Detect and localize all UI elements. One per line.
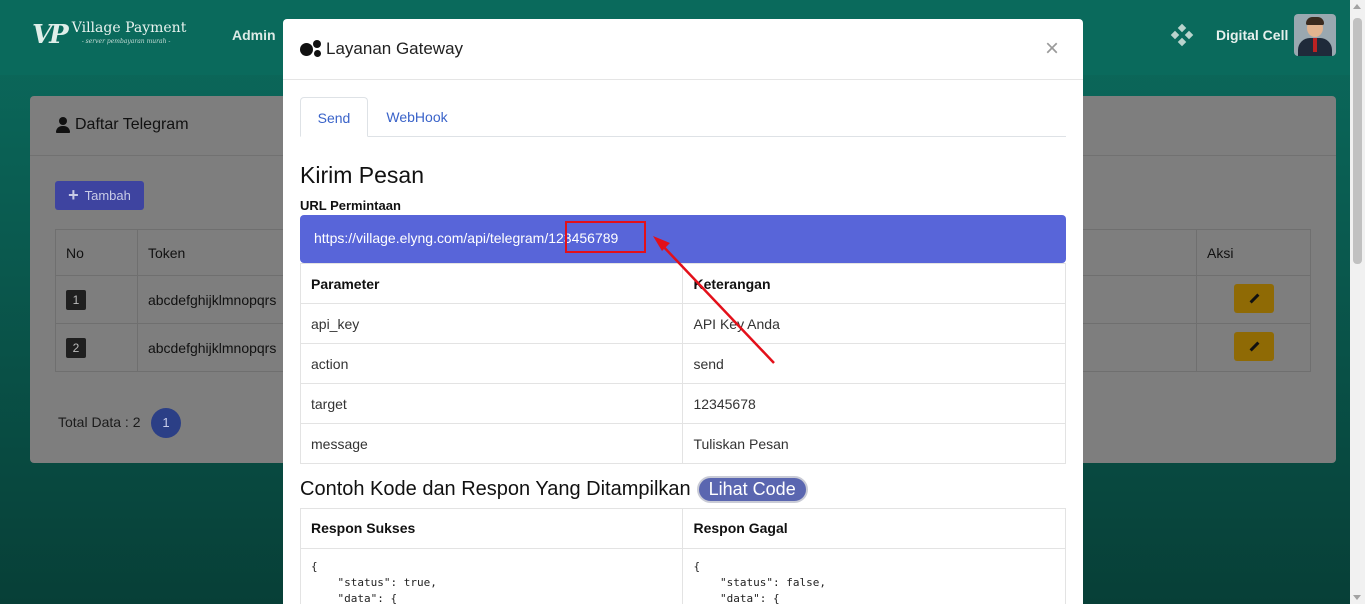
response-table: Respon Sukses Respon Gagal { "status": t… xyxy=(299,508,1066,604)
app-logo[interactable]: VP Village Payment - server pembayaran m… xyxy=(32,20,186,50)
column-header-parameter: Parameter xyxy=(299,263,684,304)
gears-icon xyxy=(300,40,322,58)
edit-pencil-button[interactable] xyxy=(1233,283,1274,313)
column-header-success: Respon Sukses xyxy=(299,508,684,549)
param-desc: Tuliskan Pesan xyxy=(682,423,1066,464)
column-header-keterangan: Keterangan xyxy=(682,263,1066,304)
highlight-box xyxy=(565,221,646,253)
tab-webhook[interactable]: WebHook xyxy=(372,97,462,137)
avatar[interactable] xyxy=(1294,14,1336,56)
fail-code-cell: { "status": false, "data": { xyxy=(682,548,1066,604)
modal-title-text: Layanan Gateway xyxy=(326,39,464,58)
gateway-modal: Layanan Gateway × Send WebHook Kirim Pes… xyxy=(283,19,1083,604)
modal-tabs: Send WebHook xyxy=(300,97,1066,137)
column-header-fail: Respon Gagal xyxy=(682,508,1066,549)
logo-tagline: - server pembayaran murah - xyxy=(81,38,171,45)
card-title-text: Daftar Telegram xyxy=(75,116,189,133)
table-row: { "status": true, "data": { { "status": … xyxy=(299,548,1066,604)
request-url-bar: https://village.elyng.com/api/telegram/1… xyxy=(300,215,1066,263)
scroll-thumb[interactable] xyxy=(1353,18,1362,264)
fail-code: { "status": false, "data": { xyxy=(693,560,826,604)
param-name: message xyxy=(299,423,684,464)
apps-grid-icon[interactable] xyxy=(1170,23,1194,47)
user-name[interactable]: Digital Cell xyxy=(1216,27,1288,43)
logo-name: Village Payment xyxy=(71,20,187,36)
param-desc: 12345678 xyxy=(682,383,1066,424)
modal-header: Layanan Gateway × xyxy=(283,19,1083,80)
action-cell xyxy=(1196,275,1311,324)
nav-admin-link[interactable]: Admin xyxy=(232,27,276,43)
card-title: Daftar Telegram xyxy=(56,116,189,134)
row-number: 2 xyxy=(66,337,86,358)
logo-text: Village Payment - server pembayaran mura… xyxy=(72,21,187,49)
close-icon[interactable]: × xyxy=(1045,37,1059,61)
plus-icon: + xyxy=(68,185,79,205)
parameter-table: Parameter Keterangan api_key API Key And… xyxy=(299,263,1066,464)
param-name: target xyxy=(299,383,684,424)
success-code-cell: { "status": true, "data": { xyxy=(299,548,684,604)
total-data-label: Total Data : 2 xyxy=(58,414,141,430)
view-code-button[interactable]: Lihat Code xyxy=(696,476,808,503)
action-cell xyxy=(1196,323,1311,372)
edit-pencil-button[interactable] xyxy=(1233,331,1274,361)
user-icon xyxy=(56,117,70,133)
param-name: api_key xyxy=(299,303,684,344)
add-button[interactable]: + Tambah xyxy=(55,181,144,210)
example-heading: Contoh Kode dan Respon Yang Ditampilkan … xyxy=(300,476,808,503)
success-code: { "status": true, "data": { xyxy=(311,560,437,604)
logo-mark: VP xyxy=(32,20,69,50)
modal-title: Layanan Gateway xyxy=(300,39,463,59)
column-header-no: No xyxy=(55,229,138,276)
url-label: URL Permintaan xyxy=(300,198,401,213)
param-desc: API Key Anda xyxy=(682,303,1066,344)
table-row: message Tuliskan Pesan xyxy=(299,423,1066,464)
send-heading: Kirim Pesan xyxy=(300,162,424,188)
tab-send[interactable]: Send xyxy=(300,97,368,137)
param-name: action xyxy=(299,343,684,384)
response-header-row: Respon Sukses Respon Gagal xyxy=(299,508,1066,549)
row-number-cell: 2 xyxy=(55,323,138,372)
scroll-up-arrow-icon[interactable] xyxy=(1353,4,1361,9)
example-heading-text: Contoh Kode dan Respon Yang Ditampilkan xyxy=(300,478,691,500)
scroll-down-arrow-icon[interactable] xyxy=(1353,595,1361,600)
param-desc: send xyxy=(682,343,1066,384)
page-scrollbar[interactable] xyxy=(1350,0,1365,604)
parameter-header-row: Parameter Keterangan xyxy=(299,263,1066,304)
row-number-cell: 1 xyxy=(55,275,138,324)
table-row: target 12345678 xyxy=(299,383,1066,424)
add-button-label: Tambah xyxy=(84,188,131,203)
table-row: action send xyxy=(299,343,1066,384)
table-row: api_key API Key Anda xyxy=(299,303,1066,344)
row-number: 1 xyxy=(66,289,86,310)
pagination-page-1[interactable]: 1 xyxy=(151,408,181,438)
column-header-aksi: Aksi xyxy=(1196,229,1311,276)
